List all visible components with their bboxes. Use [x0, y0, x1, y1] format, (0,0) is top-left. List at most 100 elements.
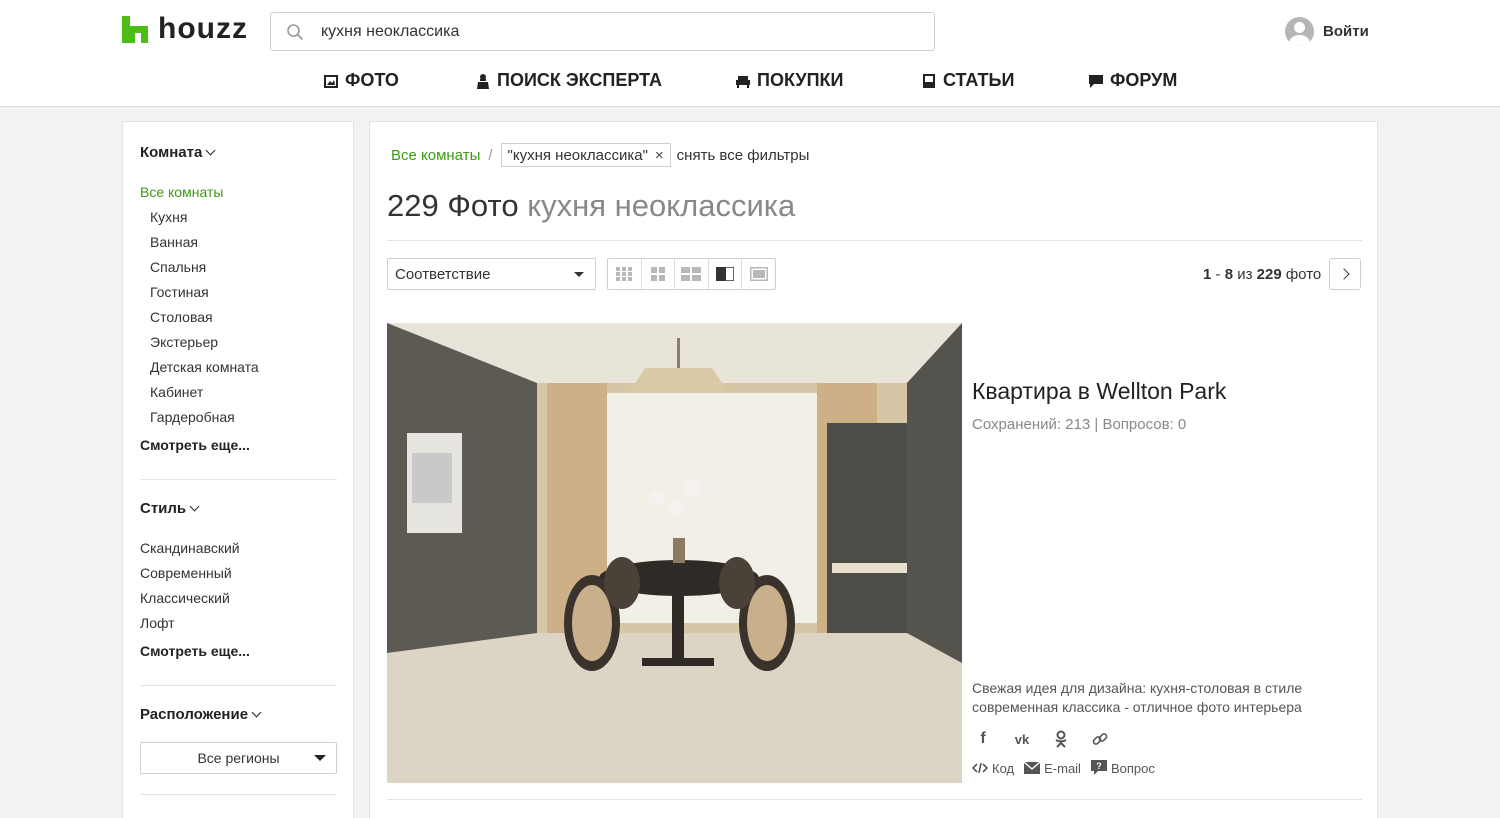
facebook-icon[interactable]: f [972, 728, 994, 750]
nav-forum[interactable]: ФОРУМ [1088, 70, 1177, 91]
style-loft[interactable]: Лофт [140, 615, 175, 631]
list-view-icon [716, 267, 735, 281]
room-closet[interactable]: Гардеробная [150, 409, 235, 425]
room-living[interactable]: Гостиная [150, 284, 209, 300]
card-meta: Сохранений: 213 | Вопросов: 0 [972, 416, 1187, 433]
divider [140, 685, 337, 686]
code-icon [972, 762, 988, 774]
envelope-icon [1024, 762, 1041, 774]
login-button[interactable]: Войти [1285, 17, 1369, 46]
divider [140, 479, 337, 480]
search-input[interactable] [321, 13, 921, 50]
style-modern[interactable]: Современный [140, 565, 232, 581]
results-panel: Все комнаты / "кухня неоклассика" × снят… [369, 121, 1378, 818]
caret-down-icon [314, 755, 326, 761]
nav-articles[interactable]: СТАТЬИ [921, 70, 1014, 91]
chevron-right-icon [1337, 268, 1350, 280]
close-icon[interactable]: × [655, 147, 664, 164]
room-all[interactable]: Все комнаты [140, 184, 223, 200]
card-description: Свежая идея для дизайна: кухня-столовая … [972, 680, 1303, 715]
site-header: houzz Войти ФОТО ПОИСК ЭКСПЕРТА [0, 0, 1500, 107]
odnoklassniki-icon[interactable] [1050, 728, 1072, 750]
room-bedroom[interactable]: Спальня [150, 259, 206, 275]
link-icon[interactable] [1089, 728, 1111, 750]
question-bubble-icon: ? [1090, 760, 1107, 776]
expert-icon [477, 73, 489, 89]
room-filter-title[interactable]: Комната [140, 144, 216, 161]
room-kitchen[interactable]: Кухня [150, 209, 187, 225]
view-mode-group [607, 258, 776, 290]
breadcrumb-all-rooms[interactable]: Все комнаты [391, 147, 480, 164]
nav-forum-label: ФОРУМ [1110, 70, 1178, 90]
clear-filters-link[interactable]: снять все фильтры [677, 147, 810, 164]
nav-shop-label: ПОКУПКИ [757, 70, 844, 90]
nav-shop[interactable]: ПОКУПКИ [735, 70, 843, 91]
page-title-count: 229 Фото [387, 188, 519, 223]
photo-icon [324, 74, 338, 88]
view-large-grid-button[interactable] [675, 259, 709, 289]
share-row: f vk [972, 728, 1111, 750]
filters-sidebar: Комната Все комнаты Кухня Ванная Спальня… [122, 121, 354, 818]
sort-select[interactable]: Соответствие [387, 258, 596, 290]
nav-photo-label: ФОТО [345, 70, 399, 90]
chevron-down-icon [205, 145, 216, 156]
filter-chip: "кухня неоклассика" × [500, 143, 671, 167]
region-select-value: Все регионы [197, 750, 280, 766]
nav-expert-label: ПОИСК ЭКСПЕРТА [497, 70, 662, 90]
view-small-grid-button[interactable] [608, 259, 642, 289]
room-see-more[interactable]: Смотреть еще... [140, 437, 250, 453]
nav-find-expert[interactable]: ПОИСК ЭКСПЕРТА [475, 70, 662, 91]
question-button[interactable]: ? Вопрос [1090, 760, 1155, 776]
grid-large-icon [681, 267, 702, 281]
sofa-icon [736, 75, 750, 88]
houzz-logo-mark [122, 15, 148, 43]
view-single-button[interactable] [742, 259, 775, 289]
room-exterior[interactable]: Экстерьер [150, 334, 218, 350]
style-classic[interactable]: Классический [140, 590, 230, 606]
card-title[interactable]: Квартира в Wellton Park [972, 378, 1226, 405]
region-select[interactable]: Все регионы [140, 742, 337, 774]
chevron-down-icon [251, 707, 262, 718]
grid-small-icon [616, 267, 633, 281]
sort-select-value: Соответствие [395, 265, 491, 283]
grid-medium-icon [650, 267, 665, 281]
view-list-button[interactable] [709, 259, 743, 289]
kitchen-photo[interactable] [387, 323, 962, 783]
next-page-button[interactable] [1329, 258, 1361, 290]
page-title: 229 Фото кухня неоклассика [387, 188, 795, 224]
divider [387, 799, 1362, 800]
nav-photo[interactable]: ФОТО [323, 70, 399, 91]
svg-text:?: ? [1096, 761, 1102, 771]
style-filter-title[interactable]: Стиль [140, 500, 200, 517]
view-medium-grid-button[interactable] [642, 259, 676, 289]
vk-icon[interactable]: vk [1011, 728, 1033, 750]
page-title-query: кухня неоклассика [527, 188, 796, 223]
avatar-icon [1285, 17, 1314, 46]
search-box[interactable] [270, 12, 935, 51]
breadcrumb-separator: / [488, 146, 493, 164]
room-bathroom[interactable]: Ванная [150, 234, 198, 250]
caret-down-icon [574, 272, 584, 277]
chat-bubble-icon [1089, 74, 1103, 88]
book-icon [923, 73, 935, 88]
embed-code-button[interactable]: Код [972, 761, 1014, 776]
divider [140, 794, 337, 795]
card-actions: Код E-mail ? Вопрос [972, 760, 1165, 776]
houzz-logo[interactable]: houzz [122, 14, 248, 44]
single-view-icon [749, 267, 768, 281]
room-office[interactable]: Кабинет [150, 384, 203, 400]
pager-summary: 1 - 8 из 229 фото [1203, 266, 1322, 283]
nav-articles-label: СТАТЬИ [943, 70, 1015, 90]
filter-chip-label: "кухня неоклассика" [507, 146, 648, 164]
room-dining[interactable]: Столовая [150, 309, 213, 325]
login-label: Войти [1323, 23, 1369, 40]
room-kids[interactable]: Детская комната [150, 359, 259, 375]
location-filter-title[interactable]: Расположение [140, 706, 262, 723]
divider [387, 240, 1362, 241]
style-scandinavian[interactable]: Скандинавский [140, 540, 240, 556]
style-see-more[interactable]: Смотреть еще... [140, 643, 250, 659]
email-button[interactable]: E-mail [1024, 761, 1081, 776]
search-icon [287, 24, 304, 41]
chevron-down-icon [189, 501, 200, 512]
breadcrumb: Все комнаты / "кухня неоклассика" × снят… [391, 143, 809, 167]
